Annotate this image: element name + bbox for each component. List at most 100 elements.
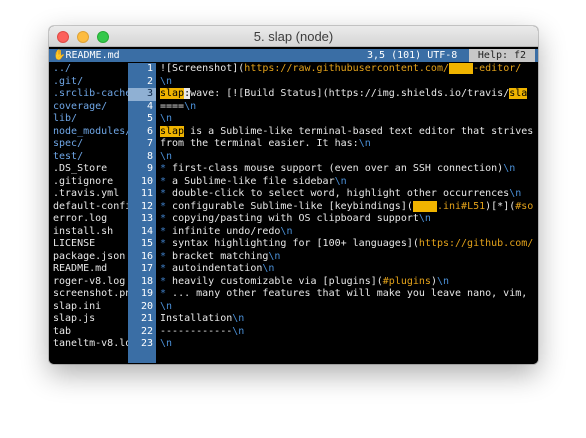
code-line[interactable]: * infinite undo/redo\n — [160, 226, 536, 239]
code-line[interactable]: ![Screenshot](https://raw.githubusercont… — [160, 63, 536, 76]
sidebar-folder[interactable]: ../ — [53, 63, 128, 76]
editor-text-area[interactable]: ![Screenshot](https://raw.githubusercont… — [160, 63, 536, 363]
line-number: 4 — [146, 100, 153, 112]
sidebar-file[interactable]: package.json — [53, 251, 128, 264]
line-number: 23 — [140, 338, 153, 349]
code-text: first-class mouse support (even over an … — [172, 163, 504, 174]
editor-header: ✋README.md 3,5 (101) UTF-8 Help: f2 — [49, 49, 538, 62]
code-line[interactable]: \n — [160, 301, 536, 314]
file-sidebar[interactable]: ../.git/.srclib-cache/coverage/lib/node_… — [53, 63, 128, 363]
line-number: 1 — [146, 63, 153, 74]
code-text: * — [160, 163, 173, 174]
sidebar-file[interactable]: error.log — [53, 213, 128, 226]
code-line[interactable]: \n — [160, 76, 536, 89]
sidebar-file[interactable]: screenshot.png — [53, 288, 128, 301]
code-text: wave: [![Build Status](https://img.shiel… — [190, 88, 510, 99]
code-text: \n — [160, 150, 173, 162]
code-text: ------------ — [160, 325, 233, 337]
sidebar-folder[interactable]: lib/ — [53, 113, 128, 126]
code-line[interactable]: * ... many other features that will make… — [160, 288, 536, 301]
sidebar-file[interactable]: default-config.ini — [53, 201, 128, 214]
code-line[interactable]: * first-class mouse support (even over a… — [160, 163, 536, 176]
code-line[interactable]: * autoindentation\n — [160, 263, 536, 276]
code-line[interactable]: ====\n — [160, 101, 536, 114]
sidebar-folder[interactable]: node_modules/ — [53, 126, 128, 139]
sidebar-folder[interactable]: .srclib-cache/ — [53, 88, 128, 101]
code-text: sla — [509, 88, 528, 99]
code-text: \n — [160, 338, 173, 349]
title-bar: 5. slap (node) — [49, 26, 538, 47]
sidebar-file[interactable]: tab — [53, 326, 128, 339]
sidebar-file[interactable]: slap.js — [53, 313, 128, 326]
code-line[interactable]: ------------\n — [160, 326, 536, 339]
code-line[interactable]: * configurable Sublime-like [keybindings… — [160, 200, 536, 214]
code-line[interactable]: \n — [160, 338, 536, 351]
code-text: * — [160, 175, 173, 187]
code-line[interactable]: * a Sublime-like file sidebar\n — [160, 176, 536, 189]
sidebar-folder[interactable]: coverage/ — [53, 101, 128, 114]
sidebar-file[interactable]: .DS_Store — [53, 163, 128, 176]
code-text: * — [160, 188, 173, 199]
code-line[interactable]: slap is a Sublime-like terminal-based te… — [160, 125, 536, 139]
sidebar-file[interactable]: slap.ini — [53, 301, 128, 314]
code-text: https://github.com/ — [418, 238, 534, 249]
code-line[interactable]: * bracket matching\n — [160, 251, 536, 264]
line-number: 5 — [146, 113, 153, 124]
code-line[interactable]: slap:wave: [![Build Status](https://img.… — [160, 88, 536, 101]
open-file-name: ✋README.md — [53, 50, 120, 61]
sidebar-folder[interactable]: spec/ — [53, 138, 128, 151]
code-text: bracket matching — [172, 250, 269, 262]
code-text: \n — [232, 313, 245, 324]
sidebar-folder[interactable]: test/ — [53, 151, 128, 164]
code-line[interactable]: * copying/pasting with OS clipboard supp… — [160, 213, 536, 226]
code-line[interactable]: from the terminal easier. It has:\n — [160, 138, 536, 151]
code-text: * — [160, 275, 173, 287]
code-line[interactable]: \n — [160, 113, 536, 126]
line-number: 19 — [140, 288, 153, 299]
code-text: slap — [160, 88, 185, 99]
terminal-content[interactable]: ✋README.md 3,5 (101) UTF-8 Help: f2 ../.… — [49, 47, 538, 364]
sidebar-file[interactable]: LICENSE — [53, 238, 128, 251]
sidebar-file[interactable]: taneltm-v8.log — [53, 338, 128, 351]
line-number: 9 — [146, 163, 153, 174]
code-line[interactable]: \n — [160, 151, 536, 164]
sidebar-file[interactable]: install.sh — [53, 226, 128, 239]
code-text: https://raw.githubusercontent.com/ — [244, 63, 449, 74]
code-text: a Sublime-like file sidebar — [172, 175, 335, 187]
code-text: ... many other features that will make y… — [172, 288, 528, 299]
code-text: * — [160, 225, 173, 237]
sidebar-file[interactable]: README.md — [53, 263, 128, 276]
code-text: \n — [418, 213, 431, 224]
line-number: 20 — [140, 300, 153, 312]
code-text: autoindentation — [172, 263, 263, 274]
code-line[interactable]: * syntax highlighting for [100+ language… — [160, 238, 536, 251]
code-text: -editor/ — [473, 63, 522, 74]
code-text: #plugins — [382, 275, 431, 287]
code-text: slap — [160, 125, 185, 137]
code-text: \n — [503, 163, 516, 174]
sidebar-file[interactable]: .travis.yml — [53, 188, 128, 201]
line-number: 16 — [140, 250, 153, 262]
code-text: .ini#L51 — [436, 200, 486, 212]
help-button[interactable]: Help: f2 — [469, 49, 535, 62]
code-text: \n — [280, 225, 293, 237]
sidebar-folder[interactable]: .git/ — [53, 76, 128, 89]
code-line[interactable]: * double-click to select word, highlight… — [160, 188, 536, 201]
code-text: double-click to select word, highlight o… — [172, 188, 510, 199]
code-text: \n — [436, 275, 450, 287]
code-text: * — [160, 200, 173, 212]
line-number: 18 — [140, 275, 153, 287]
code-text — [449, 63, 474, 74]
line-number: 22 — [140, 325, 153, 337]
code-text: * — [160, 213, 173, 224]
code-line[interactable]: Installation\n — [160, 313, 536, 326]
sidebar-file[interactable]: .gitignore — [53, 176, 128, 189]
code-text: #so — [515, 200, 534, 212]
code-text: \n — [509, 188, 522, 199]
sidebar-file[interactable]: roger-v8.log — [53, 276, 128, 289]
code-text: ==== — [160, 100, 185, 112]
code-text: from the terminal easier. It has: — [160, 138, 359, 149]
code-text: * — [160, 263, 173, 274]
line-number: 17 — [140, 263, 153, 274]
code-line[interactable]: * heavily customizable via [plugins](#pl… — [160, 276, 536, 289]
